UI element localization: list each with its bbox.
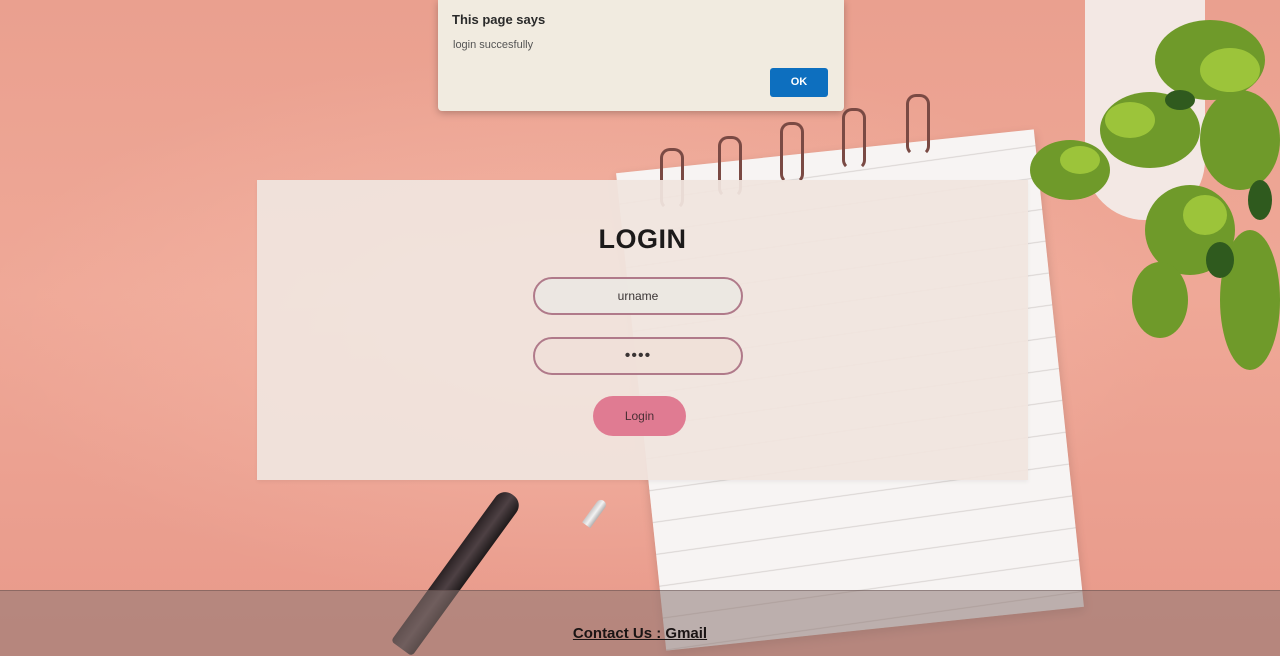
dialog-ok-button[interactable]: OK	[770, 68, 828, 97]
notebook-ring	[780, 122, 804, 184]
login-button[interactable]: Login	[593, 396, 686, 436]
username-input[interactable]	[533, 277, 743, 315]
plant-illustration	[1030, 20, 1280, 370]
dialog-message: login succesfully	[453, 39, 534, 51]
alert-dialog: This page says login succesfully OK	[438, 0, 844, 111]
notebook-ring	[906, 94, 930, 156]
dialog-title: This page says	[452, 12, 546, 27]
login-title: LOGIN	[598, 224, 687, 254]
contact-us-link[interactable]: Contact Us : Gmail	[0, 625, 1280, 642]
footer-bar: Contact Us : Gmail	[0, 590, 1280, 656]
password-input[interactable]	[533, 337, 743, 375]
login-card: LOGIN Login	[257, 180, 1028, 480]
browser-viewport: LOGIN Login This page says login succesf…	[0, 0, 1280, 656]
notebook-ring	[842, 108, 866, 170]
